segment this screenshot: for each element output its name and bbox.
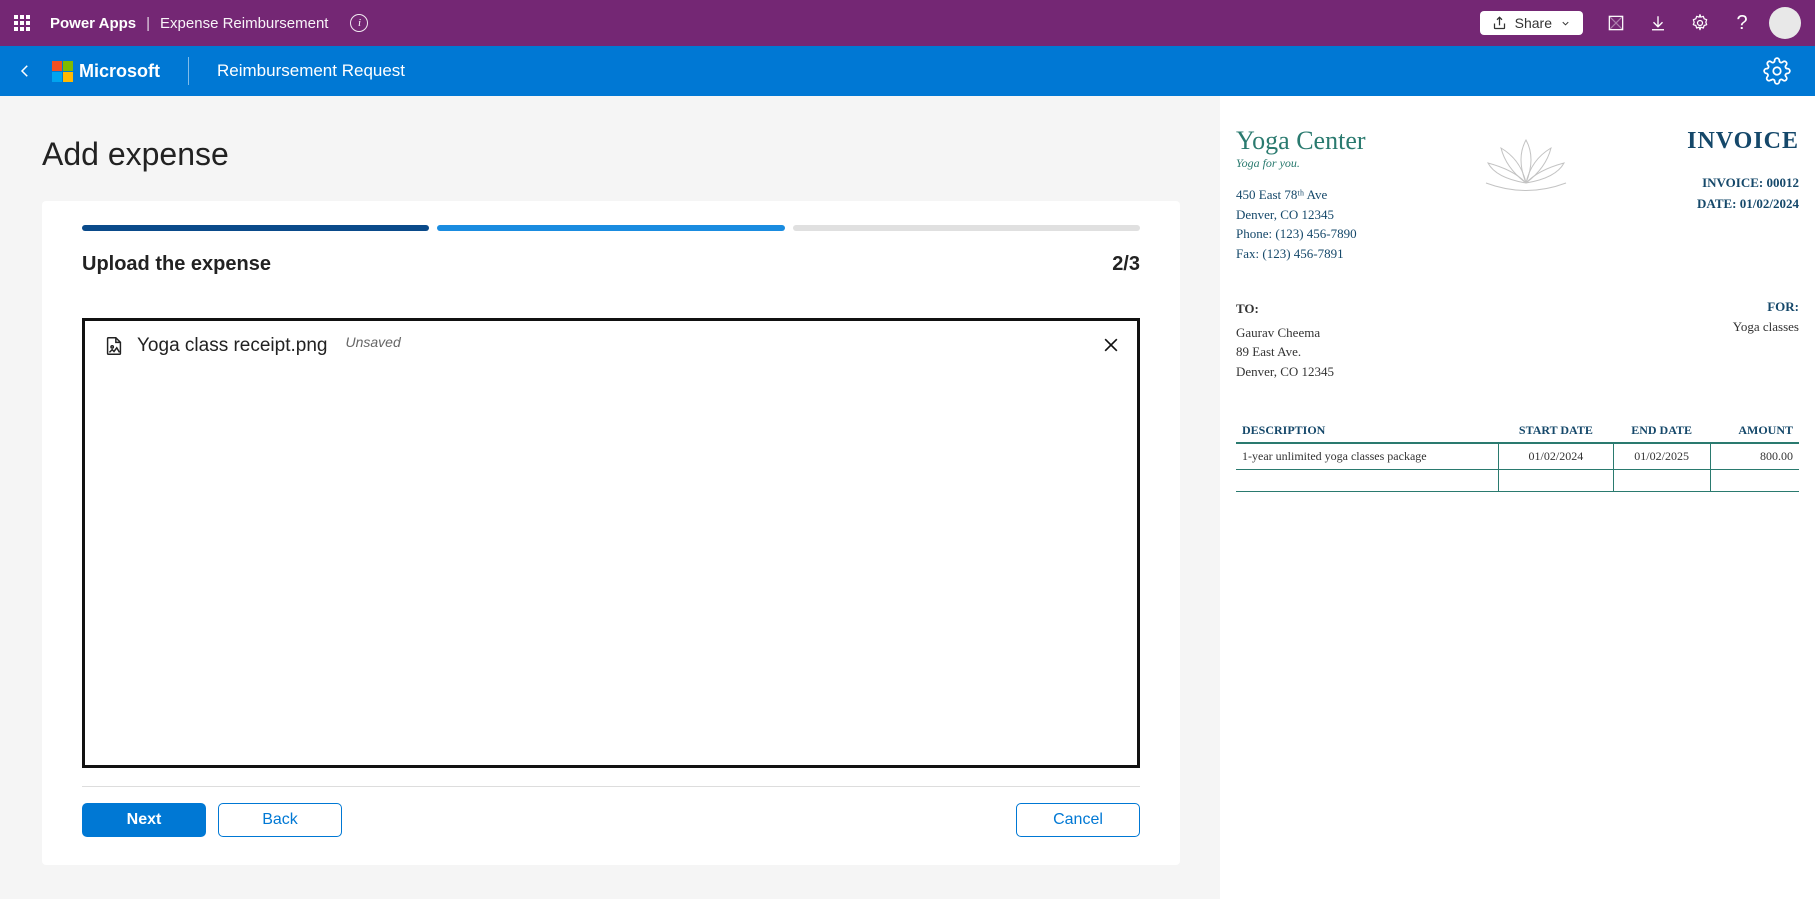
file-status: Unsaved	[345, 334, 400, 350]
chevron-down-icon	[1560, 18, 1571, 29]
product-name: Power Apps	[50, 15, 136, 32]
progress-bar	[82, 225, 1140, 231]
settings-button[interactable]	[1679, 0, 1721, 46]
main-content: Add expense Upload the expense 2/3	[0, 96, 1220, 899]
col-amount: AMOUNT	[1710, 419, 1799, 443]
back-button[interactable]	[16, 62, 34, 80]
fit-screen-button[interactable]	[1595, 0, 1637, 46]
invoice-to: TO: Gaurav Cheema 89 East Ave. Denver, C…	[1236, 299, 1334, 381]
invoice-for: FOR: Yoga classes	[1733, 299, 1799, 381]
waffle-icon[interactable]	[14, 15, 30, 31]
invoice-title: INVOICE	[1687, 128, 1799, 155]
col-start-date: START DATE	[1499, 419, 1614, 443]
table-row: 1-year unlimited yoga classes package 01…	[1236, 443, 1799, 470]
help-icon: ?	[1736, 12, 1747, 35]
divider	[82, 786, 1140, 787]
cancel-button[interactable]: Cancel	[1016, 803, 1140, 837]
info-icon[interactable]: i	[350, 14, 368, 32]
remove-file-button[interactable]	[1101, 335, 1121, 361]
next-button[interactable]: Next	[82, 803, 206, 837]
invoice-meta: INVOICE: 00012 DATE: 01/02/2024	[1687, 173, 1799, 215]
global-top-bar: Power Apps | Expense Reimbursement i Sha…	[0, 0, 1815, 46]
lotus-icon	[1466, 128, 1586, 198]
gear-icon	[1690, 13, 1710, 33]
step-title: Upload the expense	[82, 253, 271, 276]
app-name: Expense Reimbursement	[160, 15, 328, 32]
col-description: DESCRIPTION	[1236, 419, 1499, 443]
invoice-preview: Yoga Center Yoga for you. 450 East 78ᵗʰ …	[1232, 128, 1803, 492]
progress-step-3	[793, 225, 1140, 231]
app-settings-button[interactable]	[1763, 57, 1791, 85]
upload-dropzone[interactable]: Yoga class receipt.png Unsaved	[82, 318, 1140, 768]
download-button[interactable]	[1637, 0, 1679, 46]
table-row	[1236, 470, 1799, 492]
top-divider: |	[146, 15, 150, 32]
invoice-tagline: Yoga for you.	[1236, 156, 1366, 171]
wizard-card: Upload the expense 2/3 Yoga class receip…	[42, 201, 1180, 865]
invoice-line-items-table: DESCRIPTION START DATE END DATE AMOUNT 1…	[1236, 419, 1799, 492]
progress-step-1	[82, 225, 429, 231]
col-end-date: END DATE	[1613, 419, 1710, 443]
step-indicator: 2/3	[1112, 253, 1140, 276]
share-button[interactable]: Share	[1480, 11, 1583, 35]
close-icon	[1101, 335, 1121, 355]
app-header-bar: Microsoft Reimbursement Request	[0, 46, 1815, 96]
invoice-brand: Yoga Center	[1236, 128, 1366, 154]
back-button[interactable]: Back	[218, 803, 342, 837]
download-icon	[1649, 14, 1667, 32]
help-button[interactable]: ?	[1721, 0, 1763, 46]
fit-screen-icon	[1606, 13, 1626, 33]
progress-step-2	[437, 225, 784, 231]
uploaded-file-row: Yoga class receipt.png Unsaved	[103, 335, 1119, 357]
file-name: Yoga class receipt.png	[137, 335, 327, 357]
vertical-divider	[188, 57, 189, 85]
breadcrumb-page: Reimbursement Request	[217, 61, 405, 81]
file-image-icon	[103, 335, 125, 357]
microsoft-logo-icon	[52, 61, 73, 82]
share-label: Share	[1515, 15, 1552, 31]
avatar[interactable]	[1769, 7, 1801, 39]
share-icon	[1492, 16, 1507, 31]
receipt-preview-panel: Yoga Center Yoga for you. 450 East 78ᵗʰ …	[1220, 96, 1815, 899]
brand-label: Microsoft	[79, 61, 160, 82]
invoice-from-address: 450 East 78ᵗʰ Ave Denver, CO 12345 Phone…	[1236, 185, 1366, 263]
page-title: Add expense	[42, 136, 1180, 173]
